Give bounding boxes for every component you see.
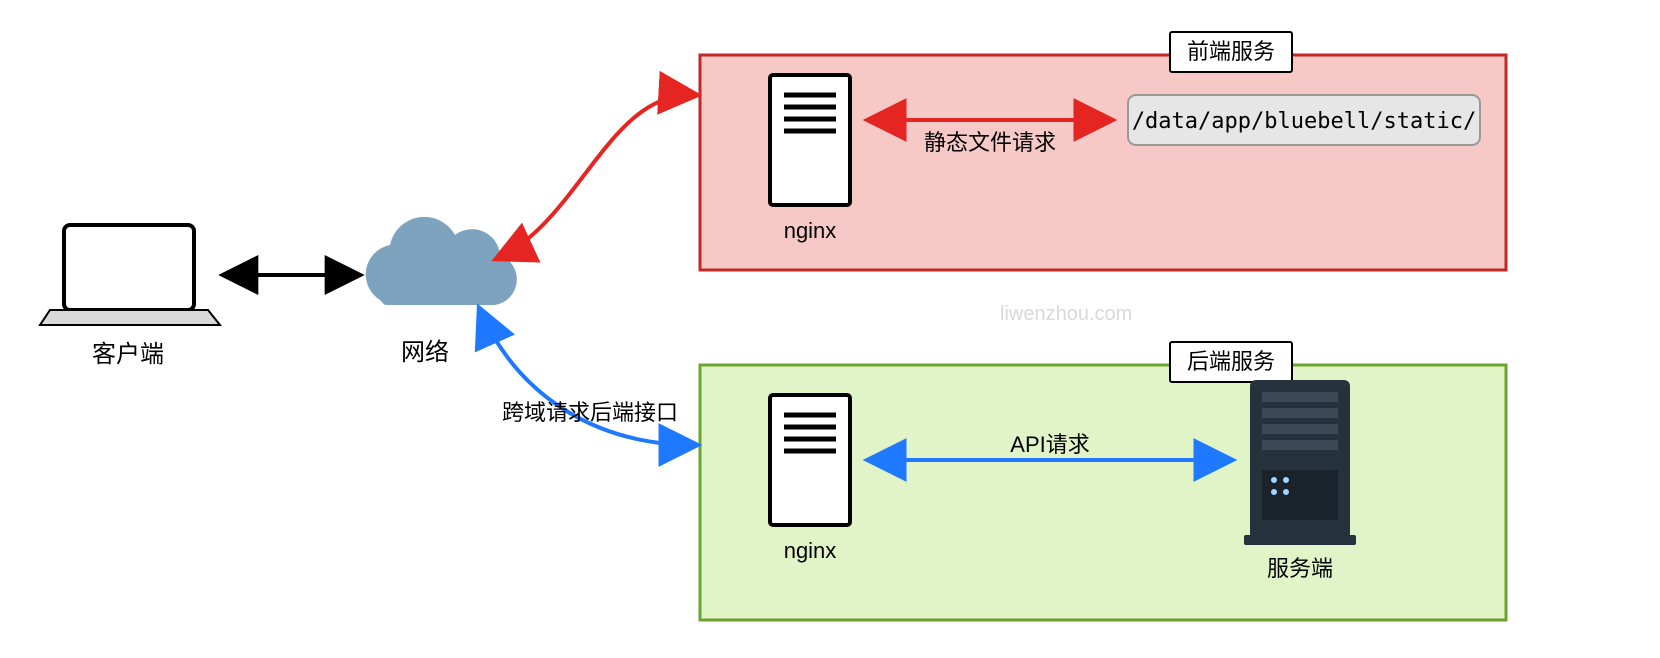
client-label: 客户端: [92, 341, 164, 368]
server-label: 服务端: [1267, 556, 1333, 581]
cross-origin-label: 跨域请求后端接口: [502, 400, 678, 425]
static-path-box: /data/app/bluebell/static/: [1128, 95, 1480, 145]
laptop-icon: [40, 225, 220, 325]
server-icon: [1244, 380, 1356, 545]
frontend-title-label: 前端服务: [1187, 39, 1275, 64]
arrow-cloud-frontend: [498, 95, 695, 258]
network-label: 网络: [401, 339, 449, 366]
static-path-label: /data/app/bluebell/static/: [1132, 109, 1476, 134]
nginx-front-icon: [770, 75, 850, 205]
nginx-back-icon: [770, 395, 850, 525]
cloud-icon: [366, 217, 517, 305]
backend-title-label: 后端服务: [1187, 349, 1275, 374]
nginx-front-label: nginx: [784, 218, 837, 243]
nginx-back-label: nginx: [784, 538, 837, 563]
static-request-label: 静态文件请求: [924, 130, 1056, 155]
watermark-label: liwenzhou.com: [1000, 303, 1132, 325]
api-request-label: API请求: [1010, 432, 1089, 457]
